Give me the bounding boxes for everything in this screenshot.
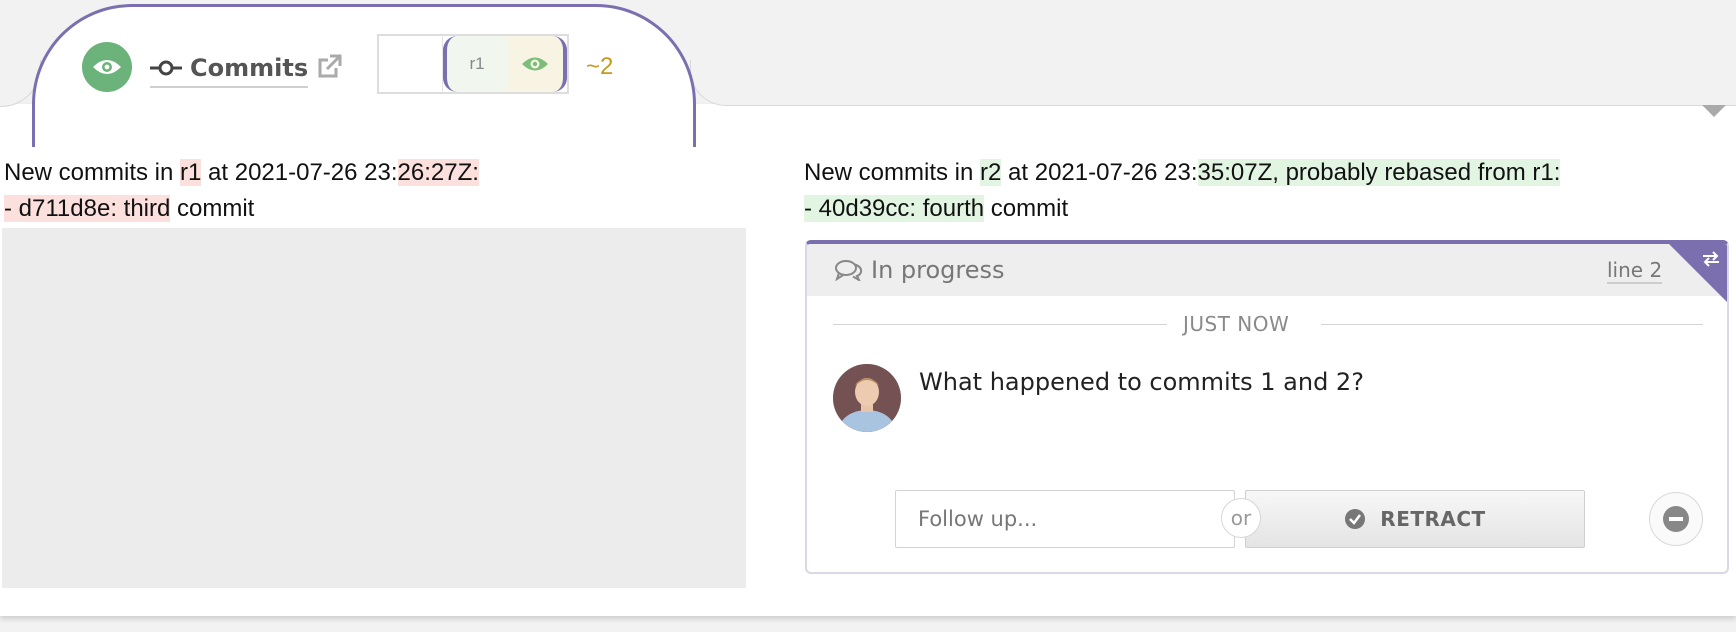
retract-button[interactable]: RETRACT	[1245, 490, 1585, 548]
thread-header: In progress line 2	[807, 244, 1727, 296]
minus-circle-icon	[1663, 506, 1689, 532]
reviewed-toggle[interactable]	[82, 42, 132, 92]
resolve-button[interactable]	[1649, 492, 1703, 546]
discussion-thread: In progress line 2 JUST NOW What happene…	[805, 240, 1729, 574]
left-commit-heading: New commits in r1 at 2021-07-26 23:26:27…	[4, 155, 479, 191]
avatar	[833, 364, 901, 432]
commit-icon	[150, 60, 182, 76]
heading-text: at 2021-07-26 23:	[1001, 159, 1198, 186]
thread-status-label: In progress	[871, 256, 1005, 284]
commit-text: commit	[984, 195, 1069, 222]
deleted-text: r1	[180, 159, 202, 186]
divider-line	[833, 324, 1167, 325]
retract-label: RETRACT	[1380, 507, 1486, 531]
comment-text: What happened to commits 1 and 2?	[919, 368, 1364, 396]
header-curve-right	[690, 60, 1736, 106]
heading-text: New commits in	[4, 159, 181, 186]
heading-text: New commits in	[804, 159, 981, 186]
revision-r1-label: r1	[469, 54, 485, 73]
timestamp: JUST NOW	[1183, 312, 1290, 336]
change-count: ~2	[586, 53, 614, 80]
file-title: Commits	[190, 54, 309, 82]
left-blank-area	[2, 228, 746, 588]
comments-icon	[835, 260, 863, 281]
deleted-text: - d711d8e: third	[4, 195, 171, 222]
added-text: - 40d39cc: fourth	[804, 195, 985, 222]
commits-file-link[interactable]: Commits	[150, 50, 309, 88]
right-commit-line: - 40d39cc: fourth commit	[804, 191, 1068, 227]
heading-text: at 2021-07-26 23:	[201, 159, 398, 186]
check-circle-icon	[1345, 509, 1366, 529]
commit-text: commit	[170, 195, 255, 222]
follow-up-input[interactable]	[895, 490, 1235, 548]
eye-icon	[522, 57, 548, 71]
revision-selector[interactable]: r1	[377, 34, 569, 94]
collapse-arrow-icon[interactable]	[1702, 105, 1726, 117]
left-commit-line: - d711d8e: third commit	[4, 191, 254, 227]
revision-r1-cell[interactable]: r1	[443, 36, 507, 92]
revision-reviewed-cell[interactable]	[507, 36, 567, 92]
revision-base-cell[interactable]	[379, 36, 443, 92]
reply-arrow-icon[interactable]	[1699, 246, 1723, 275]
external-link-icon[interactable]	[316, 54, 342, 85]
added-text: 35:07Z, probably rebased from r1:	[1197, 159, 1561, 186]
deleted-text: 26:27Z:	[397, 159, 479, 186]
eye-icon	[93, 60, 121, 74]
divider-line	[1321, 324, 1703, 325]
added-text: r2	[980, 159, 1002, 186]
thread-status: In progress	[835, 256, 1005, 284]
right-commit-heading: New commits in r2 at 2021-07-26 23:35:07…	[804, 155, 1561, 191]
or-badge: or	[1221, 498, 1261, 538]
line-link[interactable]: line 2	[1607, 258, 1663, 284]
